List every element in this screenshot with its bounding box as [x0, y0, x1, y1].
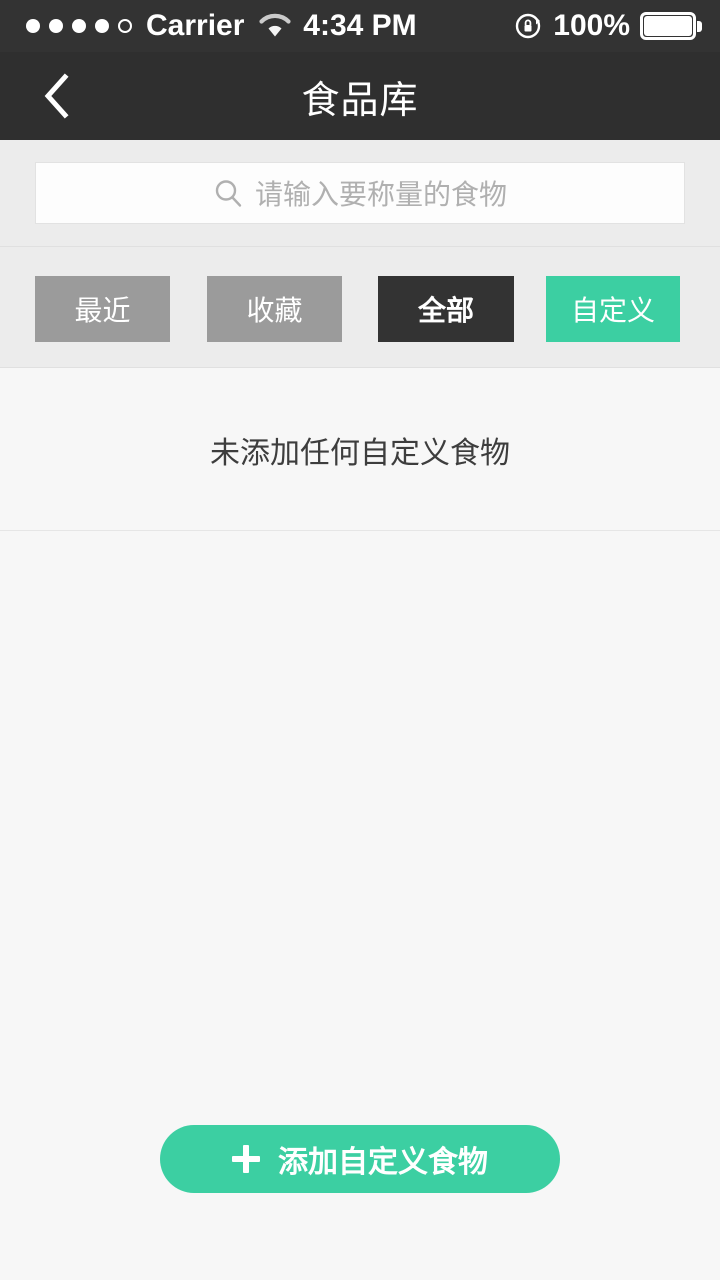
- tab-all[interactable]: 全部: [378, 276, 514, 342]
- search-input-inner: 请输入要称量的食物: [213, 173, 507, 213]
- add-custom-food-button[interactable]: 添加自定义食物: [160, 1125, 560, 1193]
- battery-percent-label: 100%: [553, 9, 630, 42]
- back-button[interactable]: [16, 52, 96, 140]
- chevron-left-icon: [41, 73, 71, 119]
- tab-recent[interactable]: 最近: [35, 276, 170, 342]
- search-icon: [213, 178, 243, 208]
- search-placeholder: 请输入要称量的食物: [254, 179, 507, 210]
- search-input[interactable]: 请输入要称量的食物: [35, 162, 685, 224]
- empty-state-row: 未添加任何自定义食物: [0, 369, 720, 531]
- tab-favorites[interactable]: 收藏: [207, 276, 342, 342]
- app-screen: Carrier 4:34 PM 100% 食品库 请输入要称量的食物 最近 收藏…: [0, 0, 720, 1280]
- rotation-lock-icon: [515, 12, 543, 40]
- filter-tabs-section: 最近 收藏 全部 自定义: [0, 246, 720, 368]
- empty-state-message: 未添加任何自定义食物: [210, 436, 510, 470]
- plus-icon: [232, 1145, 260, 1173]
- tab-custom[interactable]: 自定义: [546, 276, 680, 342]
- filter-tabs: 最近 收藏 全部 自定义: [0, 276, 720, 342]
- bottom-action-area: 添加自定义食物: [0, 1125, 720, 1193]
- battery-icon: [640, 12, 702, 40]
- navigation-bar: 食品库: [0, 52, 720, 140]
- search-section: 请输入要称量的食物: [0, 140, 720, 246]
- page-title: 食品库: [301, 79, 419, 122]
- status-bar: Carrier 4:34 PM 100%: [0, 0, 720, 52]
- add-custom-food-label: 添加自定义食物: [278, 1146, 488, 1179]
- status-bar-right: 100%: [515, 0, 702, 52]
